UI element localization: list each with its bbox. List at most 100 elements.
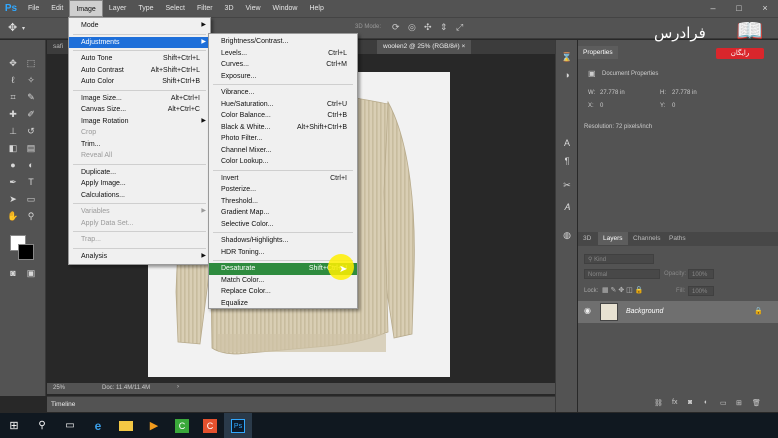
image-item-auto-tone[interactable]: Auto Tone Shift+Ctrl+L: [69, 53, 210, 65]
hand-icon[interactable]: ✋: [6, 209, 20, 223]
adj-item-replace-color[interactable]: Replace Color...: [209, 286, 357, 298]
rectangle-icon[interactable]: ▭: [24, 192, 38, 206]
chevron-right-icon[interactable]: ›: [177, 384, 179, 390]
lock-icons[interactable]: ▦ ✎ ✥ ◫ 🔒: [602, 286, 643, 294]
adjustments-icon[interactable]: ◑: [560, 68, 574, 82]
image-item-analysis[interactable]: Analysis ▶: [69, 251, 210, 263]
edge-icon[interactable]: e: [84, 413, 112, 438]
adj-item-vibrance[interactable]: Vibrance...: [209, 87, 357, 99]
healing-brush-icon[interactable]: ✚: [6, 107, 20, 121]
windows-start-icon[interactable]: ⊞: [0, 413, 28, 438]
tab-properties[interactable]: Properties: [578, 46, 618, 59]
adjustment-layer-icon[interactable]: ◐: [704, 399, 708, 406]
adj-item-gradient-map[interactable]: Gradient Map...: [209, 207, 357, 219]
lasso-icon[interactable]: ℓ: [6, 73, 20, 87]
move-icon[interactable]: ✥: [6, 56, 20, 70]
media-player-icon[interactable]: ▶: [140, 413, 168, 438]
tab-woolen2[interactable]: woolen2 @ 25% (RGB/8#) ×: [377, 40, 472, 54]
eraser-icon[interactable]: ◧: [6, 141, 20, 155]
fill-input[interactable]: 100%: [688, 286, 714, 296]
screen-mode-icon[interactable]: ▣: [24, 266, 38, 280]
photoshop-taskbar-icon[interactable]: Ps: [224, 413, 252, 438]
tab-layers[interactable]: Layers: [598, 232, 628, 245]
3d-scale-icon[interactable]: ⤢: [456, 22, 463, 33]
maximize-icon[interactable]: □: [726, 0, 752, 17]
glyphs-icon[interactable]: 𝐴: [560, 200, 574, 214]
image-item-duplicate[interactable]: Duplicate...: [69, 167, 210, 179]
3d-slide-icon[interactable]: ⇕: [440, 22, 448, 33]
image-item-calculations[interactable]: Calculations...: [69, 190, 210, 202]
image-item-image-rotation[interactable]: Image Rotation ▶: [69, 116, 210, 128]
menu-help[interactable]: Help: [303, 0, 329, 17]
layer-row[interactable]: ◉ Background 🔒: [578, 301, 778, 323]
tab-safi[interactable]: safi: [47, 40, 69, 54]
adj-item-levels[interactable]: Levels... Ctrl+L: [209, 48, 357, 60]
camtasia-icon[interactable]: C: [168, 413, 196, 438]
x-value[interactable]: 0: [600, 103, 603, 109]
eye-icon[interactable]: ◉: [584, 306, 591, 315]
gradient-icon[interactable]: ▤: [24, 141, 38, 155]
adj-item-channel-mixer[interactable]: Channel Mixer...: [209, 145, 357, 157]
zoom-icon[interactable]: ⚲: [24, 209, 38, 223]
crop-icon[interactable]: ⌗: [6, 90, 20, 104]
timeline-panel[interactable]: Timeline: [47, 396, 577, 412]
layer-name[interactable]: Background: [626, 308, 663, 315]
quick-mask-icon[interactable]: ◙: [6, 266, 20, 280]
tab-close-icon[interactable]: ×: [462, 43, 466, 50]
paragraph-icon[interactable]: ¶: [560, 154, 574, 168]
trash-icon[interactable]: 🗑: [752, 399, 761, 407]
tab-3d[interactable]: 3D: [578, 232, 596, 245]
search-icon[interactable]: ⚲: [28, 413, 56, 438]
background-color-swatch[interactable]: [18, 244, 34, 260]
3d-icon[interactable]: ◍: [560, 228, 574, 242]
link-icon[interactable]: ⛓: [654, 399, 663, 407]
adj-item-color-lookup[interactable]: Color Lookup...: [209, 156, 357, 168]
adj-item-threshold[interactable]: Threshold...: [209, 196, 357, 208]
adj-item-curves[interactable]: Curves... Ctrl+M: [209, 59, 357, 71]
group-icon[interactable]: ▭: [720, 399, 727, 407]
menu-select[interactable]: Select: [160, 0, 191, 17]
character-icon[interactable]: A: [560, 136, 574, 150]
history-brush-icon[interactable]: ↺: [24, 124, 38, 138]
menu-window[interactable]: Window: [267, 0, 304, 17]
y-value[interactable]: 0: [672, 103, 675, 109]
marquee-icon[interactable]: ⬚: [24, 56, 38, 70]
adj-item-brightness-contrast[interactable]: Brightness/Contrast...: [209, 36, 357, 48]
history-icon[interactable]: ⌛: [560, 50, 574, 64]
image-item-mode[interactable]: Mode ▶: [69, 20, 210, 32]
new-layer-icon[interactable]: ⊞: [736, 399, 742, 407]
magic-wand-icon[interactable]: ✧: [24, 73, 38, 87]
adj-item-equalize[interactable]: Equalize: [209, 298, 357, 310]
clone-stamp-icon[interactable]: ⊥: [6, 124, 20, 138]
chevron-down-icon[interactable]: ▾: [22, 25, 25, 32]
adj-item-color-balance[interactable]: Color Balance... Ctrl+B: [209, 110, 357, 122]
image-item-apply-image[interactable]: Apply Image...: [69, 178, 210, 190]
adj-item-selective-color[interactable]: Selective Color...: [209, 219, 357, 231]
adj-item-invert[interactable]: Invert Ctrl+I: [209, 173, 357, 185]
menu-edit[interactable]: Edit: [45, 0, 69, 17]
type-icon[interactable]: T: [24, 175, 38, 189]
menu-file[interactable]: File: [22, 0, 45, 17]
tools-preset-icon[interactable]: ✂: [560, 178, 574, 192]
adj-item-posterize[interactable]: Posterize...: [209, 184, 357, 196]
file-explorer-icon[interactable]: [112, 413, 140, 438]
3d-rotate-icon[interactable]: ⟳: [392, 22, 400, 33]
minimize-icon[interactable]: –: [700, 0, 726, 17]
fx-icon[interactable]: fx: [672, 399, 677, 406]
adj-item-hue-saturation[interactable]: Hue/Saturation... Ctrl+U: [209, 99, 357, 111]
mask-icon[interactable]: ◙: [688, 399, 692, 406]
kind-filter[interactable]: ⚲ Kind: [584, 254, 654, 264]
blur-icon[interactable]: ●: [6, 158, 20, 172]
adj-item-shadows-highlights[interactable]: Shadows/Highlights...: [209, 235, 357, 247]
adj-item-exposure[interactable]: Exposure...: [209, 71, 357, 83]
adj-item-photo-filter[interactable]: Photo Filter...: [209, 133, 357, 145]
image-item-image-size[interactable]: Image Size... Alt+Ctrl+I: [69, 93, 210, 105]
height-value[interactable]: 27.778 in: [672, 90, 697, 96]
zoom-level[interactable]: 25%: [53, 385, 65, 391]
image-item-trim[interactable]: Trim...: [69, 139, 210, 151]
eyedropper-icon[interactable]: ✎: [24, 90, 38, 104]
tab-paths[interactable]: Paths: [664, 232, 691, 245]
image-item-adjustments[interactable]: Adjustments ▶: [69, 36, 210, 48]
menu-image[interactable]: Image: [69, 0, 103, 17]
menu-type[interactable]: Type: [132, 0, 159, 17]
